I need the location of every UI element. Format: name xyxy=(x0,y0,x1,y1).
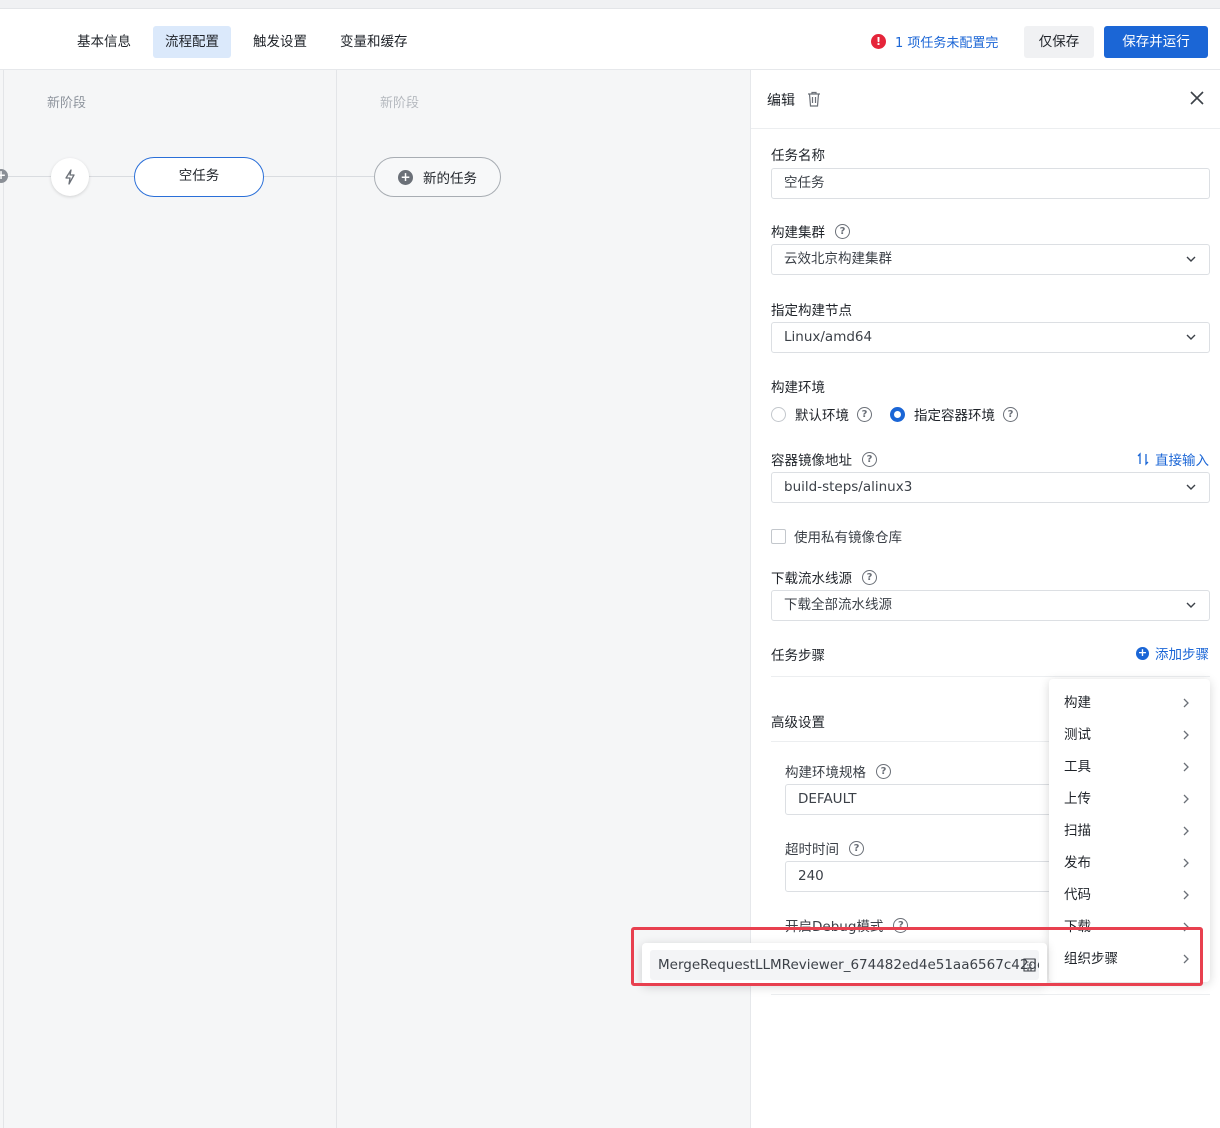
org-steps-submenu: MergeRequestLLMReviewer_674482ed4e51aa65… xyxy=(642,943,1047,985)
new-task-label: 新的任务 xyxy=(423,171,477,187)
trash-icon[interactable] xyxy=(807,91,821,107)
help-icon[interactable]: ? xyxy=(857,406,872,422)
build-env-label: 构建环境 xyxy=(771,380,825,396)
menu-item-publish[interactable]: 发布 xyxy=(1049,847,1210,879)
advanced-settings-label[interactable]: 高级设置 xyxy=(771,711,825,731)
tab-variables-cache[interactable]: 变量和缓存 xyxy=(328,26,420,58)
help-icon[interactable]: ? xyxy=(862,451,877,467)
env-spec-select[interactable]: DEFAULT xyxy=(785,784,1055,815)
menu-item-build[interactable]: 构建 xyxy=(1049,687,1210,719)
close-icon[interactable] xyxy=(1189,90,1205,106)
chevron-right-icon xyxy=(1183,698,1189,708)
browser-chrome-strip xyxy=(0,0,1220,9)
connector-line xyxy=(89,176,134,177)
divider xyxy=(771,994,1210,995)
chevron-down-icon xyxy=(1186,256,1196,262)
plus-icon: + xyxy=(398,169,413,185)
chevron-right-icon xyxy=(1183,954,1189,964)
lightning-icon xyxy=(65,169,75,185)
debug-mode-label: 开启Debug模式? xyxy=(785,915,909,935)
page-header: 基本信息 流程配置 触发设置 变量和缓存 ! 1 项任务未配置完 仅保存 保存并… xyxy=(0,9,1220,70)
chevron-down-icon xyxy=(1186,484,1196,490)
menu-item-scan[interactable]: 扫描 xyxy=(1049,815,1210,847)
help-icon[interactable]: ? xyxy=(835,223,850,239)
help-icon[interactable]: ? xyxy=(1003,406,1018,422)
stage-divider xyxy=(336,70,337,1128)
image-address-select[interactable]: build-steps/alinux3 xyxy=(771,472,1210,503)
menu-item-test[interactable]: 测试 xyxy=(1049,719,1210,751)
building-icon xyxy=(1023,958,1036,972)
menu-item-upload[interactable]: 上传 xyxy=(1049,783,1210,815)
error-icon: ! xyxy=(871,33,886,49)
private-repo-label: 使用私有镜像仓库 xyxy=(794,530,902,546)
save-only-button[interactable]: 仅保存 xyxy=(1024,26,1094,58)
timeout-label: 超时时间? xyxy=(785,838,864,858)
stage-title[interactable]: 新阶段 xyxy=(47,92,86,111)
save-and-run-button[interactable]: 保存并运行 xyxy=(1104,26,1208,58)
help-icon[interactable]: ? xyxy=(876,763,891,779)
panel-title: 编辑 xyxy=(767,93,795,109)
chevron-right-icon xyxy=(1183,730,1189,740)
org-step-item[interactable]: MergeRequestLLMReviewer_674482ed4e51aa65… xyxy=(650,950,1039,980)
radio-default-env[interactable] xyxy=(771,406,786,422)
image-address-label: 容器镜像地址? xyxy=(771,449,877,469)
task-name-label: 任务名称 xyxy=(771,148,825,164)
help-icon[interactable]: ? xyxy=(849,840,864,856)
chevron-right-icon xyxy=(1183,922,1189,932)
chevron-down-icon xyxy=(1186,334,1196,340)
chevron-right-icon xyxy=(1183,794,1189,804)
trigger-node[interactable] xyxy=(51,158,89,196)
step-category-menu: 构建 测试 工具 上传 扫描 发布 代码 下载 组织步骤 xyxy=(1049,679,1210,982)
private-repo-checkbox[interactable]: 使用私有镜像仓库 xyxy=(771,526,902,546)
tab-trigger-settings[interactable]: 触发设置 xyxy=(241,26,319,58)
chevron-right-icon xyxy=(1183,858,1189,868)
new-task-button[interactable]: + 新的任务 xyxy=(374,157,501,197)
divider xyxy=(771,676,1210,677)
container-env-label[interactable]: 指定容器环境 xyxy=(914,404,995,424)
chevron-right-icon xyxy=(1183,762,1189,772)
stage-divider xyxy=(3,70,4,1128)
chevron-down-icon xyxy=(1186,602,1196,608)
help-icon[interactable]: ? xyxy=(862,569,877,585)
radio-container-env[interactable] xyxy=(890,406,905,422)
swap-icon xyxy=(1137,452,1149,466)
task-name-input[interactable]: 空任务 xyxy=(771,168,1210,199)
direct-input-link[interactable]: 直接输入 xyxy=(1136,449,1209,469)
tab-flow-config[interactable]: 流程配置 xyxy=(153,26,231,58)
tab-basic-info[interactable]: 基本信息 xyxy=(65,26,143,58)
build-node-label: 指定构建节点 xyxy=(771,303,852,319)
cluster-select[interactable]: 云效北京构建集群 xyxy=(771,244,1210,275)
help-icon[interactable]: ? xyxy=(893,917,909,933)
pipeline-source-select[interactable]: 下载全部流水线源 xyxy=(771,590,1210,621)
org-step-name: MergeRequestLLMReviewer_674482ed4e51aa65… xyxy=(658,957,1039,973)
default-env-label[interactable]: 默认环境 xyxy=(795,404,849,424)
pipeline-canvas: 新阶段 新阶段 + 空任务 + 新的任务 xyxy=(0,70,750,1128)
menu-item-code[interactable]: 代码 xyxy=(1049,879,1210,911)
warning-text: 1 项任务未配置完 xyxy=(895,35,999,51)
checkbox-box[interactable] xyxy=(771,528,786,544)
env-spec-label: 构建环境规格? xyxy=(785,761,891,781)
stage-title[interactable]: 新阶段 xyxy=(380,92,419,111)
panel-header: 编辑 xyxy=(751,70,1220,129)
task-node-empty[interactable]: 空任务 xyxy=(134,157,264,197)
cluster-label: 构建集群? xyxy=(771,221,850,241)
pipeline-source-label: 下载流水线源? xyxy=(771,567,877,587)
add-stage-icon[interactable]: + xyxy=(0,169,8,183)
plus-circle-icon: + xyxy=(1136,645,1149,660)
menu-item-download[interactable]: 下载 xyxy=(1049,911,1210,943)
add-step-button[interactable]: + 添加步骤 xyxy=(1136,643,1209,663)
unconfigured-warning[interactable]: ! 1 项任务未配置完 xyxy=(871,31,998,51)
build-node-select[interactable]: Linux/amd64 xyxy=(771,322,1210,353)
menu-item-tools[interactable]: 工具 xyxy=(1049,751,1210,783)
build-env-radio-group: 默认环境 ? 指定容器环境 ? xyxy=(771,404,1018,424)
chevron-right-icon xyxy=(1183,890,1189,900)
task-steps-label: 任务步骤 xyxy=(771,648,825,664)
chevron-right-icon xyxy=(1183,826,1189,836)
timeout-input[interactable]: 240 xyxy=(785,861,1055,892)
connector-line xyxy=(264,176,374,177)
menu-item-org-steps[interactable]: 组织步骤 xyxy=(1049,943,1210,975)
